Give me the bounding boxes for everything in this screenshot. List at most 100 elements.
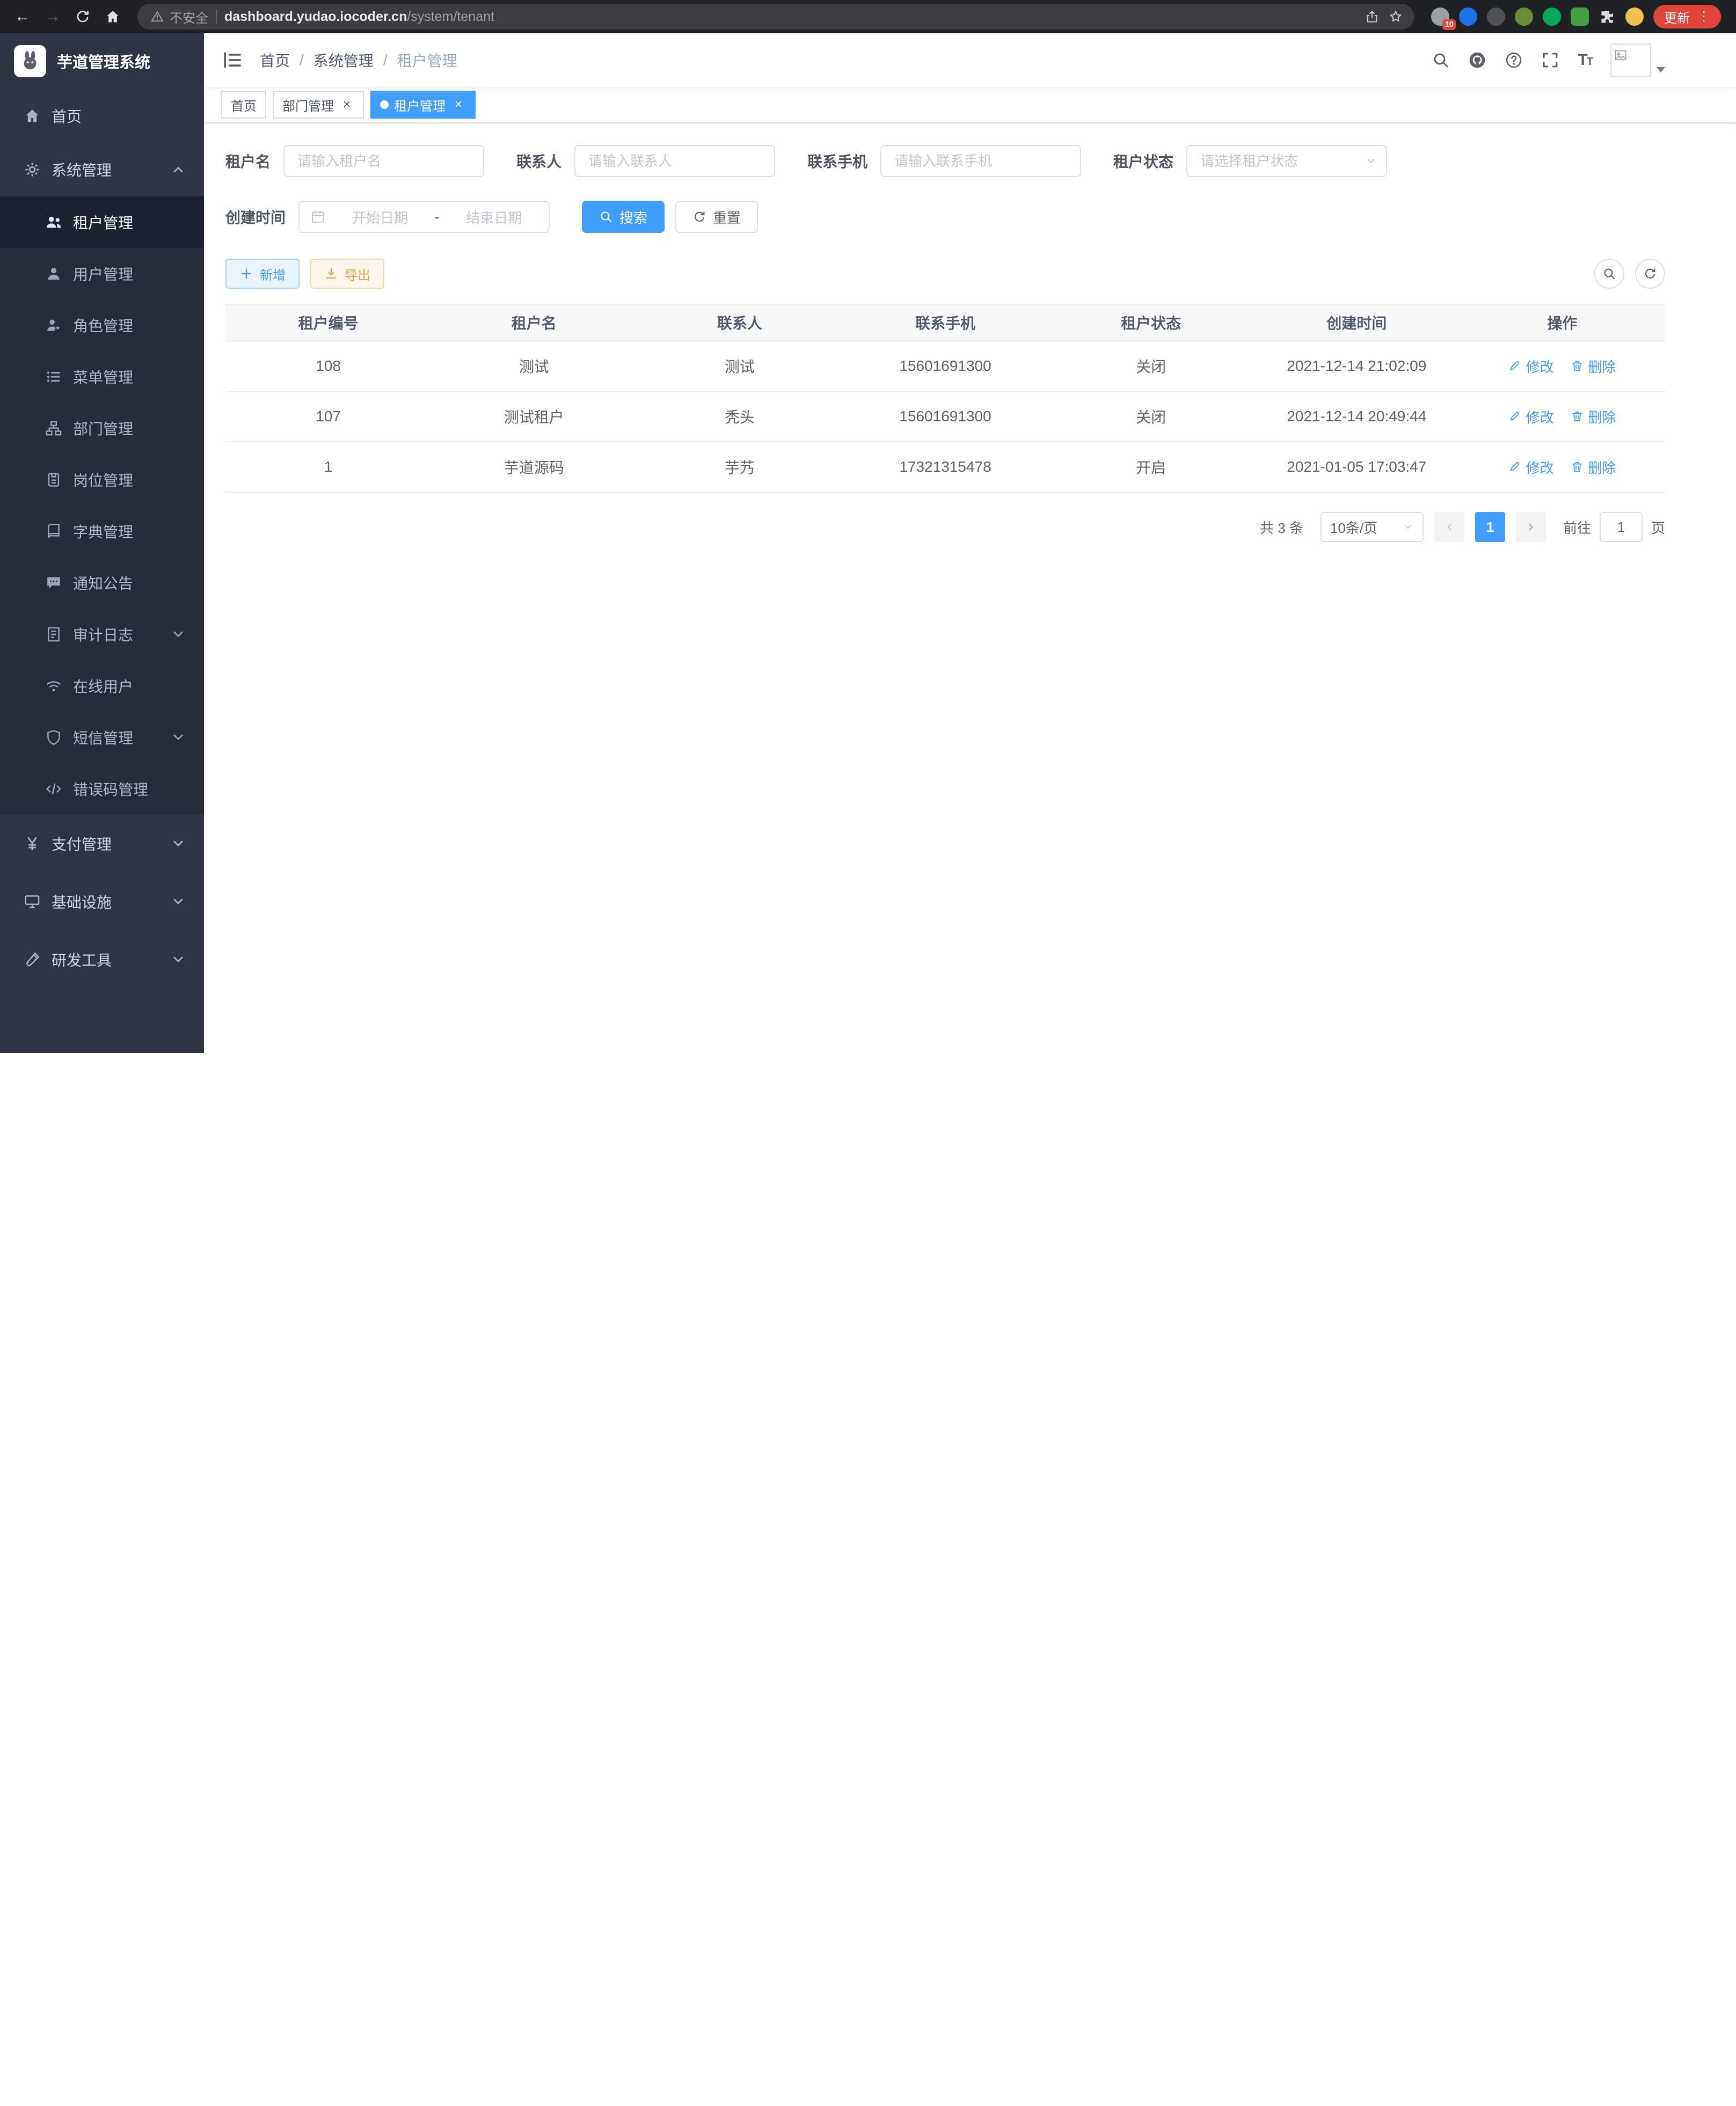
download-icon — [324, 267, 338, 281]
forward-button[interactable]: → — [39, 3, 67, 31]
chevron-up-icon — [170, 161, 187, 178]
sidebar-item-notice[interactable]: 通知公告 — [0, 557, 204, 609]
export-button[interactable]: 导出 — [310, 259, 384, 289]
chevron-down-icon — [1402, 521, 1414, 533]
reset-button[interactable]: 重置 — [675, 201, 758, 233]
close-icon[interactable]: × — [339, 97, 354, 112]
edit-link[interactable]: 修改 — [1508, 457, 1553, 477]
extensions-puzzle-icon[interactable] — [1599, 8, 1616, 25]
back-button[interactable]: ← — [9, 3, 37, 31]
date-separator: - — [435, 209, 440, 225]
browser-home-button[interactable] — [99, 3, 127, 31]
trash-icon — [1571, 360, 1584, 372]
page-number-button[interactable]: 1 — [1475, 512, 1505, 542]
toggle-search-button[interactable] — [1594, 259, 1624, 289]
security-status[interactable]: 不安全 — [150, 8, 208, 26]
sidebar-item-errorcode[interactable]: 错误码管理 — [0, 763, 204, 815]
url-text: dashboard.yudao.iocoder.cn/system/tenant — [224, 9, 494, 25]
sidebar-item-infra[interactable]: 基础设施 — [0, 873, 204, 931]
sidebar-item-home[interactable]: 首页 — [0, 89, 204, 143]
goto-page-input[interactable] — [1600, 512, 1643, 542]
sidebar-item-tenant[interactable]: 租户管理 — [0, 196, 204, 248]
broken-image-icon — [1614, 48, 1628, 62]
reload-button[interactable] — [69, 3, 97, 31]
filter-buttons: 搜索 重置 — [582, 201, 758, 233]
table-row: 1 芋道源码 芋艿 17321315478 开启 2021-01-05 17:0… — [225, 442, 1665, 493]
page-size-select[interactable]: 10条/页 — [1321, 512, 1424, 542]
tab-home[interactable]: 首页 — [221, 91, 266, 119]
sidebar-item-online[interactable]: 在线用户 — [0, 660, 204, 712]
pagination: 共 3 条 10条/页 1 前往 页 — [225, 512, 1665, 542]
column-header: 操作 — [1460, 312, 1665, 333]
sidebar-item-dept[interactable]: 部门管理 — [0, 403, 204, 454]
edit-link[interactable]: 修改 — [1508, 356, 1553, 376]
sidebar-item-dict[interactable]: 字典管理 — [0, 506, 204, 557]
help-icon[interactable] — [1505, 51, 1523, 69]
extension-icon-2[interactable] — [1459, 8, 1477, 26]
extension-icon-3[interactable] — [1487, 8, 1505, 26]
sidebar-item-devtools[interactable]: 研发工具 — [0, 931, 204, 989]
reload-icon — [75, 9, 91, 25]
status-label: 租户状态 — [1113, 150, 1173, 172]
book-icon — [45, 523, 62, 540]
extension-icon-1[interactable]: 10 — [1431, 8, 1449, 26]
sidebar-item-role[interactable]: 角色管理 — [0, 299, 204, 351]
wrench-icon — [24, 951, 41, 968]
chevron-down-icon — [170, 893, 187, 910]
tenant-name-input[interactable] — [283, 145, 484, 177]
user-avatar-menu[interactable] — [1610, 43, 1665, 77]
update-button[interactable]: 更新⋮ — [1653, 5, 1721, 28]
main-area: 首页 / 系统管理 / 租户管理 TT — [204, 33, 1736, 1053]
browser-menu-icon[interactable]: ⋮ — [1697, 10, 1710, 23]
profile-avatar[interactable] — [1625, 8, 1644, 26]
sidebar-fold-icon[interactable] — [221, 49, 244, 71]
delete-link[interactable]: 删除 — [1571, 407, 1616, 427]
warning-icon — [150, 10, 164, 24]
data-table: 租户编号 租户名 联系人 联系手机 租户状态 创建时间 操作 108 测试 测试… — [225, 304, 1665, 493]
extension-icon-4[interactable] — [1515, 8, 1533, 26]
tab-tenant[interactable]: 租户管理 × — [370, 91, 476, 119]
refresh-table-button[interactable] — [1635, 259, 1665, 289]
tab-dept[interactable]: 部门管理 × — [273, 91, 364, 119]
app-logo[interactable]: 芋道管理系统 — [0, 33, 204, 89]
edit-link[interactable]: 修改 — [1508, 407, 1553, 427]
breadcrumb-system[interactable]: 系统管理 — [313, 49, 374, 71]
sidebar-item-post[interactable]: 岗位管理 — [0, 454, 204, 506]
calendar-icon — [310, 209, 325, 224]
next-page-button[interactable] — [1516, 512, 1546, 542]
url-path: /system/tenant — [407, 9, 494, 24]
share-icon[interactable] — [1365, 9, 1380, 24]
contact-input[interactable] — [574, 145, 775, 177]
delete-link[interactable]: 删除 — [1571, 457, 1616, 477]
sidebar-item-sms[interactable]: 短信管理 — [0, 712, 204, 763]
prev-page-button[interactable] — [1434, 512, 1464, 542]
breadcrumb-separator: / — [300, 52, 304, 69]
breadcrumb-home[interactable]: 首页 — [260, 49, 290, 71]
app-frame: 芋道管理系统 首页 系统管理 租户管理 — [0, 33, 1736, 1053]
sidebar-item-user[interactable]: 用户管理 — [0, 248, 204, 299]
phone-input[interactable] — [880, 145, 1081, 177]
search-icon — [1602, 267, 1616, 281]
github-icon[interactable] — [1468, 51, 1486, 69]
search-button[interactable]: 搜索 — [582, 201, 665, 233]
page-suffix: 页 — [1651, 517, 1665, 537]
fullscreen-icon[interactable] — [1541, 51, 1559, 69]
extension-icon-6[interactable] — [1571, 8, 1589, 26]
bookmark-star-icon[interactable] — [1388, 9, 1403, 24]
add-button[interactable]: 新增 — [225, 259, 300, 289]
font-size-icon[interactable]: TT — [1578, 51, 1592, 69]
sidebar-item-menu[interactable]: 菜单管理 — [0, 351, 204, 403]
search-icon[interactable] — [1432, 51, 1450, 69]
sidebar-item-system[interactable]: 系统管理 — [0, 143, 204, 196]
app-title: 芋道管理系统 — [57, 50, 150, 72]
date-range-picker[interactable]: 开始日期 - 结束日期 — [298, 201, 550, 233]
sidebar-item-pay[interactable]: 支付管理 — [0, 815, 204, 873]
address-bar[interactable]: 不安全 dashboard.yudao.iocoder.cn/system/te… — [137, 4, 1414, 30]
breadcrumb: 首页 / 系统管理 / 租户管理 — [260, 49, 457, 71]
sidebar-item-auditlog[interactable]: 审计日志 — [0, 609, 204, 660]
extension-icon-5[interactable] — [1543, 8, 1561, 26]
close-icon[interactable]: × — [451, 97, 466, 112]
delete-link[interactable]: 删除 — [1571, 356, 1616, 376]
url-host: dashboard.yudao.iocoder.cn — [224, 9, 407, 24]
status-select[interactable] — [1186, 145, 1387, 177]
